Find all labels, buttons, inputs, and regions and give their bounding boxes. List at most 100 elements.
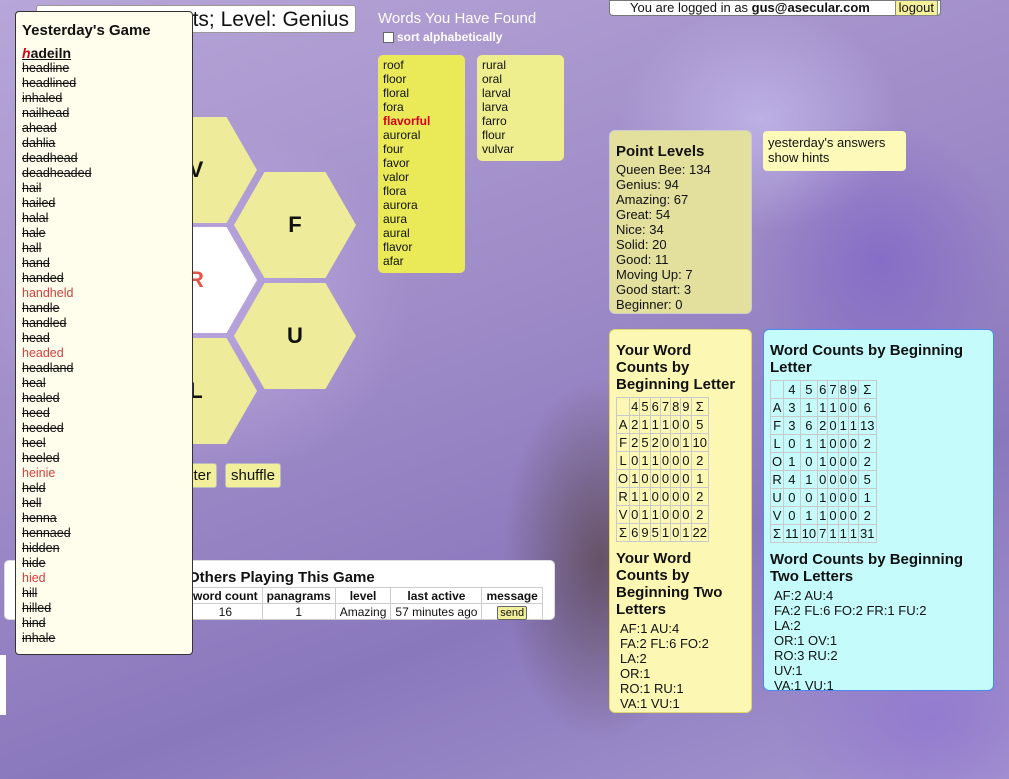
grid-cell: 0 [827,470,839,489]
sort-checkbox[interactable] [383,31,394,43]
grid-cell: 1 [783,452,801,471]
grid-cell: 11 [783,524,801,543]
point-level-item: Great: 54 [616,207,671,222]
all-two-letter-list: AF:2 AU:4 FA:2 FL:6 FO:2 FR:1 FU:2 LA:2 OR:… [770,588,987,693]
grid-cell: 0 [783,506,801,525]
grid-cell: 0 [847,470,860,489]
yesterday-word: headlined [22,76,77,90]
table-row: F 3 6 2 0 1 1 13 [769,416,877,435]
grid-cell: 1 [649,505,661,524]
found-word: flora [383,184,407,198]
grid-header-cell: 6 [649,397,661,416]
two-letter-line: VA:1 VU:1 [620,696,680,711]
grid-cell: 0 [837,452,849,471]
found-word: flour [482,128,506,142]
grid-header-cell: 5 [799,380,819,399]
grid-cell: 0 [659,469,672,488]
grid-cell: L [769,434,785,453]
grid-cell: 6 [629,523,641,542]
logout-button[interactable]: logout [894,0,938,16]
grid-cell: O [615,469,631,488]
found-word: favor [383,156,410,170]
two-letter-line: RO:1 RU:1 [620,681,684,696]
grid-cell: 31 [858,524,877,543]
yesterday-word: hilled [22,601,52,615]
yesterday-word: hand [22,256,50,270]
yesterday-word: handled [22,316,67,330]
grid-cell: 1 [649,415,661,434]
grid-cell: 1 [817,488,829,507]
grid-cell: 1 [817,506,829,525]
grid-cell: 22 [690,523,710,542]
found-word: farro [482,114,507,128]
col-panagrams: panagrams [261,587,336,604]
yesterdays-game-title: Yesterday's Game [22,22,151,39]
grid-header-cell: 4 [783,380,801,399]
table-row: L0110002 [769,434,877,453]
yesterday-word: hennaed [22,526,71,540]
shuffle-button[interactable]: shuffle [225,463,281,488]
grid-cell: 1 [659,523,672,542]
cell-message: send [481,603,543,620]
found-word: vulvar [482,142,515,156]
hex-letter-u[interactable]: U [234,283,356,389]
point-level-item: Solid: 20 [616,237,667,252]
yesterdays-center-letter: h [22,45,31,61]
yesterday-word: dahlia [22,136,56,150]
yesterday-word: hide [22,556,46,570]
point-level-item: Amazing: 67 [616,192,689,207]
table-row: A3111006 [769,398,877,417]
found-words-column-1: roof floor floral fora flavorful auroral four f… [378,55,465,273]
point-levels-title: Point Levels [616,143,705,160]
grid-cell: 2 [629,415,641,434]
table-row: F 2 5 2 0 0 1 10 [615,433,710,452]
grid-cell: 3 [783,398,801,417]
two-letter-line: AF:1 AU:4 [620,621,680,636]
grid-cell: 0 [659,487,672,506]
grid-cell: 1 [817,398,829,417]
yesterday-word: deadhead [22,151,78,165]
grid-cell: 0 [837,398,849,417]
grid-header-cell: 7 [659,397,672,416]
grid-cell: 3 [783,416,801,435]
grid-cell: 0 [847,506,860,525]
table-row: R1100002 [615,487,710,506]
grid-cell: 1 [680,433,692,452]
grid-cell: 0 [827,434,839,453]
grid-cell: 1 [649,451,661,470]
found-words-column-2: rural oral larval larva farro flour vulvar [477,55,564,161]
yesterdays-word-list: headline headlined inhaled nailhead ahead dah… [22,61,186,646]
grid-cell: 0 [649,469,661,488]
yesterday-word: handle [22,301,60,315]
grid-cell: U [769,488,785,507]
yesterday-word: deadheaded [22,166,92,180]
found-word: auroral [383,128,421,142]
grid-cell: A [769,398,785,417]
yesterday-word: healed [22,391,60,405]
two-letter-line: OR:1 OV:1 [774,633,838,648]
found-word: four [383,142,404,156]
hex-letter-f[interactable]: F [234,172,356,278]
grid-cell: 1 [837,524,849,543]
yesterdays-answers-link[interactable]: yesterday's answers [768,135,901,150]
point-level-item: Good: 11 [616,252,669,267]
grid-cell: 1 [799,506,819,525]
cell-level: Amazing [334,603,392,620]
show-hints-link[interactable]: show hints [768,150,901,165]
sort-alphabetically-row[interactable]: sort alphabetically [383,30,502,44]
yesterday-word: handheld [22,286,74,300]
cell-last-active: 57 minutes ago [390,603,483,620]
point-level-item: Beginner: 0 [616,297,683,312]
yesterday-word: handed [22,271,64,285]
two-letter-line: RO:3 RU:2 [774,648,838,663]
grid-cell: 0 [670,523,682,542]
grid-cell: 0 [837,488,849,507]
yesterday-word: hale [22,226,46,240]
grid-cell: 1 [827,524,839,543]
point-level-item: Queen Bee: 134 [616,162,711,177]
send-button[interactable]: send [497,605,528,620]
two-letter-line: FA:2 FL:6 FO:2 [620,636,709,651]
grid-cell: 1 [799,470,819,489]
found-word: valor [383,170,410,184]
grid-cell: 10 [799,524,819,543]
